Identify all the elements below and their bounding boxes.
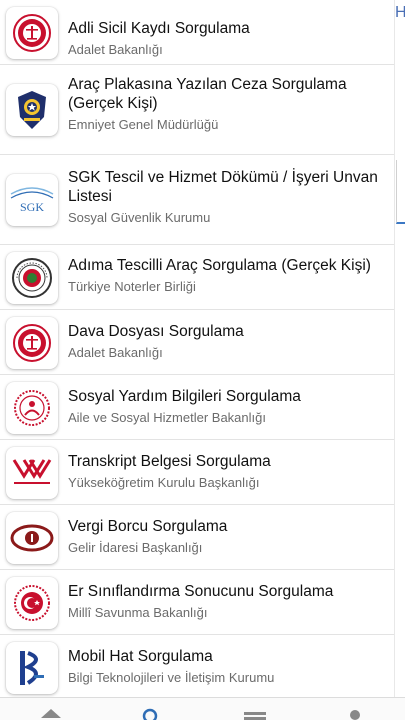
item-subtitle: Millî Savunma Bakanlığı xyxy=(68,605,208,620)
item-title: Araç Plakasına Yazılan Ceza Sorgulama (G… xyxy=(68,76,347,112)
item-subtitle: Emniyet Genel Müdürlüğü xyxy=(68,117,219,132)
item-subtitle: Adalet Bakanlığı xyxy=(68,345,163,360)
list-item[interactable]: Adli Sicil Kaydı Sorgulama Adalet Bakanl… xyxy=(0,0,395,65)
item-subtitle: Türkiye Noterler Birliği xyxy=(68,279,196,294)
sgk-logo-icon: SGK xyxy=(6,174,58,226)
item-title: Mobil Hat Sorgulama xyxy=(68,648,213,665)
item-subtitle: Aile ve Sosyal Hizmetler Bakanlığı xyxy=(68,410,266,425)
yok-logo-icon xyxy=(6,447,58,499)
item-subtitle: Adalet Bakanlığı xyxy=(68,42,163,57)
adalet-logo-icon xyxy=(6,7,58,59)
list-item[interactable]: Adıma Tescilli Araç Sorgulama (Gerçek Ki… xyxy=(0,245,395,310)
list-item[interactable]: Vergi Borcu Sorgulama Gelir İdaresi Başk… xyxy=(0,505,395,570)
profile-icon[interactable] xyxy=(340,706,370,720)
aile-bakanligi-logo-icon xyxy=(6,382,58,434)
item-subtitle: Yükseköğretim Kurulu Başkanlığı xyxy=(68,475,260,490)
right-panel-letter: H xyxy=(395,4,405,21)
list-item[interactable]: Mobil Hat Sorgulama Bilgi Teknolojileri … xyxy=(0,635,395,700)
item-subtitle: Bilgi Teknolojileri ve İletişim Kurumu xyxy=(68,670,275,685)
item-subtitle: Sosyal Güvenlik Kurumu xyxy=(68,210,211,225)
item-title: Adıma Tescilli Araç Sorgulama (Gerçek Ki… xyxy=(68,257,371,274)
list-item[interactable]: Transkript Belgesi Sorgulama Yükseköğret… xyxy=(0,440,395,505)
list-item[interactable]: Er Sınıflandırma Sonucunu Sorgulama Mill… xyxy=(0,570,395,635)
item-title: Transkript Belgesi Sorgulama xyxy=(68,453,271,470)
emniyet-logo-icon xyxy=(6,84,58,136)
item-title: Sosyal Yardım Bilgileri Sorgulama xyxy=(68,388,301,405)
right-panel-edge: H xyxy=(394,0,405,700)
home-icon[interactable] xyxy=(36,706,66,720)
right-panel-divider xyxy=(396,160,405,224)
list-icon[interactable] xyxy=(240,706,270,720)
list-item[interactable]: SGK SGK Tescil ve Hizmet Dökümü / İşyeri… xyxy=(0,155,395,245)
list-item[interactable]: Dava Dosyası Sorgulama Adalet Bakanlığı xyxy=(0,310,395,375)
list-item[interactable]: Araç Plakasına Yazılan Ceza Sorgulama (G… xyxy=(0,65,395,155)
item-title: Adli Sicil Kaydı Sorgulama xyxy=(68,20,250,37)
noterler-logo-icon xyxy=(6,252,58,304)
search-icon[interactable] xyxy=(135,706,165,724)
service-list: Adli Sicil Kaydı Sorgulama Adalet Bakanl… xyxy=(0,0,395,700)
item-title: Dava Dosyası Sorgulama xyxy=(68,323,244,340)
gib-logo-icon xyxy=(6,512,58,564)
item-title: Er Sınıflandırma Sonucunu Sorgulama xyxy=(68,583,334,600)
item-title: Vergi Borcu Sorgulama xyxy=(68,518,228,535)
btk-logo-icon xyxy=(6,642,58,694)
item-subtitle: Gelir İdaresi Başkanlığı xyxy=(68,540,203,555)
list-item[interactable]: Sosyal Yardım Bilgileri Sorgulama Aile v… xyxy=(0,375,395,440)
sgk-logo-text: SGK xyxy=(20,200,44,214)
bottom-tab-bar xyxy=(0,697,405,724)
adalet-logo-icon xyxy=(6,317,58,369)
msb-logo-icon xyxy=(6,577,58,629)
item-title: SGK Tescil ve Hizmet Dökümü / İşyeri Unv… xyxy=(68,169,378,205)
